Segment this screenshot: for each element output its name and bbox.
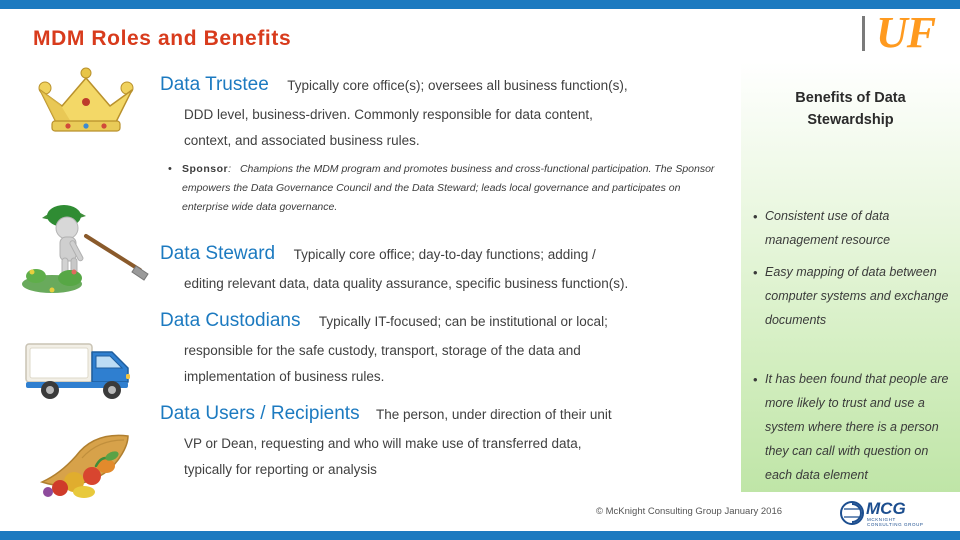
crown-icon — [26, 66, 146, 141]
section-lead: Typically IT-focused; can be institution… — [318, 314, 608, 329]
section-heading-row: Data Users / Recipients The person, unde… — [160, 403, 730, 425]
section-data-trustee: Data Trustee Typically core office(s); o… — [160, 74, 725, 154]
gardener-icon — [22, 196, 152, 311]
section-heading: Data Trustee — [160, 74, 269, 95]
section-heading-row: Data Trustee Typically core office(s); o… — [160, 74, 725, 96]
mcg-mark-icon — [840, 501, 864, 525]
mcg-logo-text: MCG — [866, 499, 906, 518]
cornucopia-icon — [28, 430, 148, 510]
benefit-item: • It has been found that people are more… — [753, 367, 951, 487]
bullet-icon: • — [753, 265, 758, 280]
truck-icon — [22, 330, 152, 415]
section-data-users: Data Users / Recipients The person, unde… — [160, 403, 730, 483]
section-data-custodians: Data Custodians Typically IT-focused; ca… — [160, 310, 730, 390]
section-body-line: responsible for the safe custody, transp… — [184, 343, 581, 358]
copyright-text: © McKnight Consulting Group January 2016 — [596, 506, 783, 517]
top-accent-bar — [0, 0, 960, 9]
sponsor-label: Sponsor — [182, 163, 229, 175]
bullet-icon: • — [753, 209, 758, 224]
section-heading: Data Custodians — [160, 310, 301, 331]
mcg-logo-subtext: MCKNIGHT CONSULTING GROUP — [867, 517, 924, 527]
benefit-text: It has been found that people are more l… — [765, 372, 949, 482]
benefit-text: Easy mapping of data between computer sy… — [765, 265, 949, 327]
mcg-logo: MCG MCKNIGHT CONSULTING GROUP — [840, 498, 926, 528]
uf-logo: UF — [850, 9, 960, 59]
section-body-line: context, and associated business rules. — [184, 133, 420, 148]
section-lead: Typically core office(s); oversees all b… — [287, 78, 628, 93]
section-heading: Data Users / Recipients — [160, 403, 360, 424]
benefits-panel: Benefits of Data Stewardship • Consisten… — [741, 62, 960, 492]
page-title: MDM Roles and Benefits — [33, 27, 292, 50]
bullet-icon: • — [168, 163, 172, 175]
section-body-line: DDD level, business-driven. Commonly res… — [184, 107, 593, 122]
section-lead: The person, under direction of their uni… — [376, 407, 612, 422]
sponsor-bullet: • Sponsor: Champions the MDM program and… — [168, 160, 727, 217]
bullet-icon: • — [753, 372, 758, 387]
section-heading: Data Steward — [160, 243, 276, 264]
uf-logo-text: UF — [876, 8, 936, 57]
section-data-steward: Data Steward Typically core office; day-… — [160, 243, 740, 297]
section-body-line: typically for reporting or analysis — [184, 462, 377, 477]
benefit-item: • Easy mapping of data between computer … — [753, 260, 951, 332]
sponsor-text: Champions the MDM program and promotes b… — [182, 163, 715, 213]
benefit-item: • Consistent use of data management reso… — [753, 204, 951, 252]
section-heading-row: Data Steward Typically core office; day-… — [160, 243, 740, 265]
slide: MDM Roles and Benefits UF Benefits of Da… — [0, 0, 960, 540]
bottom-accent-bar — [0, 531, 960, 540]
section-lead: Typically core office; day-to-day functi… — [293, 247, 596, 262]
benefits-panel-title: Benefits of Data Stewardship — [741, 87, 960, 131]
section-body-line: VP or Dean, requesting and who will make… — [184, 436, 582, 451]
benefit-text: Consistent use of data management resour… — [765, 209, 891, 247]
benefits-title-line1: Benefits of Data — [795, 90, 906, 106]
benefits-title-line2: Stewardship — [807, 112, 894, 128]
uf-divider-icon — [862, 16, 865, 51]
section-body-line: editing relevant data, data quality assu… — [184, 276, 629, 291]
section-heading-row: Data Custodians Typically IT-focused; ca… — [160, 310, 730, 332]
section-body-line: implementation of business rules. — [184, 369, 385, 384]
sponsor-colon: : — [228, 163, 232, 175]
